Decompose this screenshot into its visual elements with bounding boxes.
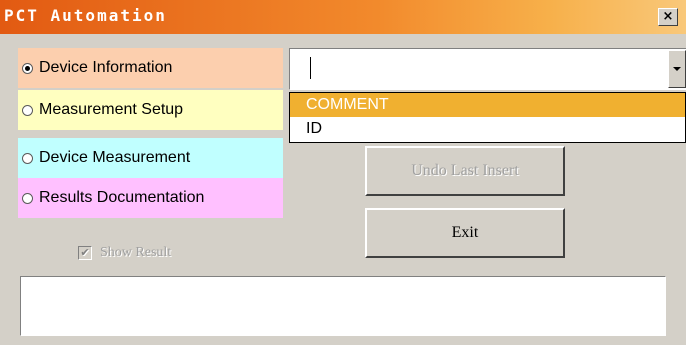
field-combobox[interactable] xyxy=(289,48,686,90)
radio-label: Device Information xyxy=(39,59,173,76)
show-result-label: Show Result xyxy=(100,245,172,260)
window-title: PCT Automation xyxy=(4,6,167,25)
dropdown-option-id[interactable]: ID xyxy=(290,117,685,141)
combo-dropdown-list: COMMENT ID xyxy=(289,92,686,143)
checkbox-checked-icon: ✔ xyxy=(78,246,92,260)
title-bar: PCT Automation × xyxy=(0,0,686,34)
results-text-box[interactable] xyxy=(20,276,666,336)
radio-results-documentation[interactable]: Results Documentation xyxy=(18,178,283,218)
radio-label: Device Measurement xyxy=(39,149,191,166)
exit-button[interactable]: Exit xyxy=(365,208,565,258)
dropdown-option-comment[interactable]: COMMENT xyxy=(290,93,685,117)
radio-device-information[interactable]: Device Information xyxy=(18,48,283,88)
radio-label: Measurement Setup xyxy=(39,101,184,118)
radio-device-measurement[interactable]: Device Measurement xyxy=(18,138,283,178)
chevron-down-icon[interactable] xyxy=(668,50,686,88)
close-icon[interactable]: × xyxy=(658,8,678,26)
radio-measurement-setup[interactable]: Measurement Setup xyxy=(18,90,283,130)
show-result-checkbox[interactable]: ✔ Show Result xyxy=(78,245,171,261)
undo-last-insert-button[interactable]: Undo Last Insert xyxy=(365,146,565,196)
radio-label: Results Documentation xyxy=(39,189,205,206)
text-caret xyxy=(310,57,311,79)
radio-unchecked-icon xyxy=(22,192,33,204)
radio-unchecked-icon xyxy=(22,152,33,164)
radio-unchecked-icon xyxy=(22,104,33,116)
radio-checked-icon xyxy=(22,62,33,74)
